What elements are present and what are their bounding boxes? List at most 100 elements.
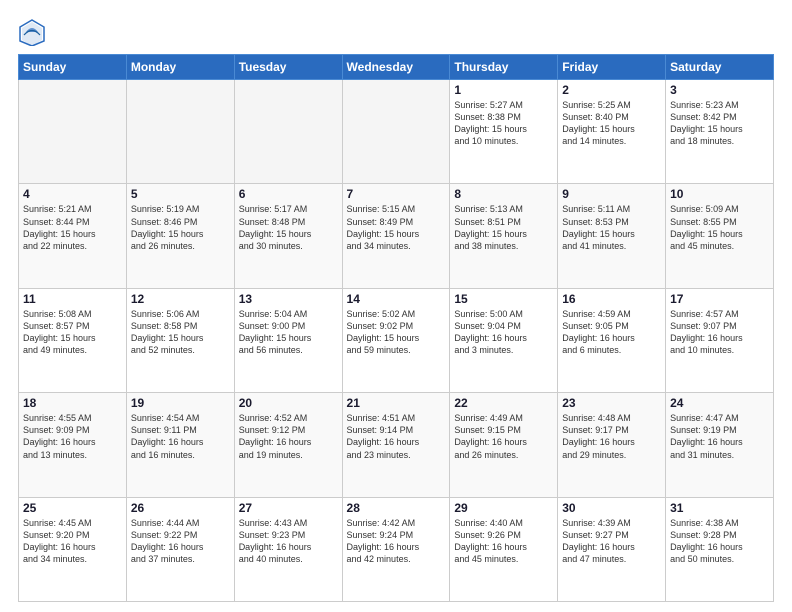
calendar-cell: 1 Sunrise: 5:27 AM Sunset: 8:38 PM Daylig… [450, 80, 558, 184]
day-number: 10 [670, 187, 769, 201]
week-row-5: 25 Sunrise: 4:45 AM Sunset: 9:20 PM Dayli… [19, 497, 774, 601]
weekday-header-monday: Monday [126, 55, 234, 80]
day-info: Sunrise: 5:23 AM Sunset: 8:42 PM Dayligh… [670, 99, 769, 148]
weekday-row: SundayMondayTuesdayWednesdayThursdayFrid… [19, 55, 774, 80]
logo [18, 18, 50, 46]
calendar-cell: 15 Sunrise: 5:00 AM Sunset: 9:04 PM Dayli… [450, 288, 558, 392]
day-number: 27 [239, 501, 338, 515]
calendar-table: SundayMondayTuesdayWednesdayThursdayFrid… [18, 54, 774, 602]
day-info: Sunrise: 4:43 AM Sunset: 9:23 PM Dayligh… [239, 517, 338, 566]
calendar-cell: 5Sunrise: 5:19 AM Sunset: 8:46 PM Daylig… [126, 184, 234, 288]
calendar-cell: 26 Sunrise: 4:44 AM Sunset: 9:22 PM Dayli… [126, 497, 234, 601]
day-number: 17 [670, 292, 769, 306]
day-info: Sunrise: 4:52 AM Sunset: 9:12 PM Dayligh… [239, 412, 338, 461]
day-number: 18 [23, 396, 122, 410]
day-info: Sunrise: 5:09 AM Sunset: 8:55 PM Dayligh… [670, 203, 769, 252]
day-info: Sunrise: 4:55 AM Sunset: 9:09 PM Dayligh… [23, 412, 122, 461]
calendar-cell: 24 Sunrise: 4:47 AM Sunset: 9:19 PM Dayli… [666, 393, 774, 497]
calendar-cell: 17 Sunrise: 4:57 AM Sunset: 9:07 PM Dayli… [666, 288, 774, 392]
day-info: Sunrise: 5:19 AM Sunset: 8:46 PM Dayligh… [131, 203, 230, 252]
calendar-cell: 9Sunrise: 5:11 AM Sunset: 8:53 PM Daylig… [558, 184, 666, 288]
weekday-header-sunday: Sunday [19, 55, 127, 80]
day-number: 9 [562, 187, 661, 201]
day-info: Sunrise: 5:15 AM Sunset: 8:49 PM Dayligh… [347, 203, 446, 252]
calendar-cell: 19 Sunrise: 4:54 AM Sunset: 9:11 PM Dayli… [126, 393, 234, 497]
day-number: 30 [562, 501, 661, 515]
week-row-2: 4 Sunrise: 5:21 AM Sunset: 8:44 PM Daylig… [19, 184, 774, 288]
day-number: 24 [670, 396, 769, 410]
day-info: Sunrise: 4:44 AM Sunset: 9:22 PM Dayligh… [131, 517, 230, 566]
calendar-cell [19, 80, 127, 184]
day-number: 12 [131, 292, 230, 306]
day-number: 7 [347, 187, 446, 201]
day-info: Sunrise: 5:02 AM Sunset: 9:02 PM Dayligh… [347, 308, 446, 357]
calendar-body: 1 Sunrise: 5:27 AM Sunset: 8:38 PM Daylig… [19, 80, 774, 602]
day-info: Sunrise: 5:25 AM Sunset: 8:40 PM Dayligh… [562, 99, 661, 148]
day-number: 26 [131, 501, 230, 515]
day-number: 21 [347, 396, 446, 410]
calendar-cell: 31Sunrise: 4:38 AM Sunset: 9:28 PM Dayli… [666, 497, 774, 601]
calendar-cell: 7 Sunrise: 5:15 AM Sunset: 8:49 PM Daylig… [342, 184, 450, 288]
day-info: Sunrise: 4:39 AM Sunset: 9:27 PM Dayligh… [562, 517, 661, 566]
day-number: 2 [562, 83, 661, 97]
day-info: Sunrise: 4:47 AM Sunset: 9:19 PM Dayligh… [670, 412, 769, 461]
day-number: 14 [347, 292, 446, 306]
day-number: 16 [562, 292, 661, 306]
calendar-cell: 10 Sunrise: 5:09 AM Sunset: 8:55 PM Dayli… [666, 184, 774, 288]
day-info: Sunrise: 4:59 AM Sunset: 9:05 PM Dayligh… [562, 308, 661, 357]
day-info: Sunrise: 4:54 AM Sunset: 9:11 PM Dayligh… [131, 412, 230, 461]
day-number: 1 [454, 83, 553, 97]
calendar-cell: 20 Sunrise: 4:52 AM Sunset: 9:12 PM Dayli… [234, 393, 342, 497]
day-info: Sunrise: 5:08 AM Sunset: 8:57 PM Dayligh… [23, 308, 122, 357]
week-row-4: 18 Sunrise: 4:55 AM Sunset: 9:09 PM Dayli… [19, 393, 774, 497]
weekday-header-friday: Friday [558, 55, 666, 80]
day-number: 13 [239, 292, 338, 306]
day-number: 28 [347, 501, 446, 515]
day-number: 29 [454, 501, 553, 515]
day-info: Sunrise: 5:27 AM Sunset: 8:38 PM Dayligh… [454, 99, 553, 148]
weekday-header-saturday: Saturday [666, 55, 774, 80]
day-number: 4 [23, 187, 122, 201]
day-number: 19 [131, 396, 230, 410]
day-info: Sunrise: 5:13 AM Sunset: 8:51 PM Dayligh… [454, 203, 553, 252]
day-number: 8 [454, 187, 553, 201]
day-number: 22 [454, 396, 553, 410]
day-info: Sunrise: 4:57 AM Sunset: 9:07 PM Dayligh… [670, 308, 769, 357]
calendar-cell: 23Sunrise: 4:48 AM Sunset: 9:17 PM Dayli… [558, 393, 666, 497]
calendar-cell: 16 Sunrise: 4:59 AM Sunset: 9:05 PM Dayli… [558, 288, 666, 392]
weekday-header-wednesday: Wednesday [342, 55, 450, 80]
header [18, 18, 774, 46]
week-row-3: 11 Sunrise: 5:08 AM Sunset: 8:57 PM Dayli… [19, 288, 774, 392]
day-info: Sunrise: 5:17 AM Sunset: 8:48 PM Dayligh… [239, 203, 338, 252]
day-info: Sunrise: 5:21 AM Sunset: 8:44 PM Dayligh… [23, 203, 122, 252]
day-number: 25 [23, 501, 122, 515]
calendar-cell: 14 Sunrise: 5:02 AM Sunset: 9:02 PM Dayli… [342, 288, 450, 392]
weekday-header-tuesday: Tuesday [234, 55, 342, 80]
day-number: 20 [239, 396, 338, 410]
calendar-cell: 27 Sunrise: 4:43 AM Sunset: 9:23 PM Dayli… [234, 497, 342, 601]
weekday-header-thursday: Thursday [450, 55, 558, 80]
logo-icon [18, 18, 46, 46]
day-info: Sunrise: 5:00 AM Sunset: 9:04 PM Dayligh… [454, 308, 553, 357]
calendar-cell [126, 80, 234, 184]
day-info: Sunrise: 4:42 AM Sunset: 9:24 PM Dayligh… [347, 517, 446, 566]
day-number: 15 [454, 292, 553, 306]
calendar-cell: 21 Sunrise: 4:51 AM Sunset: 9:14 PM Dayli… [342, 393, 450, 497]
day-info: Sunrise: 4:40 AM Sunset: 9:26 PM Dayligh… [454, 517, 553, 566]
calendar-cell: 30 Sunrise: 4:39 AM Sunset: 9:27 PM Dayli… [558, 497, 666, 601]
week-row-1: 1 Sunrise: 5:27 AM Sunset: 8:38 PM Daylig… [19, 80, 774, 184]
calendar-cell: 3Sunrise: 5:23 AM Sunset: 8:42 PM Daylig… [666, 80, 774, 184]
day-info: Sunrise: 4:49 AM Sunset: 9:15 PM Dayligh… [454, 412, 553, 461]
calendar-cell: 18 Sunrise: 4:55 AM Sunset: 9:09 PM Dayli… [19, 393, 127, 497]
day-number: 11 [23, 292, 122, 306]
calendar-cell: 6Sunrise: 5:17 AM Sunset: 8:48 PM Daylig… [234, 184, 342, 288]
calendar-cell: 4 Sunrise: 5:21 AM Sunset: 8:44 PM Daylig… [19, 184, 127, 288]
day-info: Sunrise: 4:48 AM Sunset: 9:17 PM Dayligh… [562, 412, 661, 461]
calendar-cell: 22 Sunrise: 4:49 AM Sunset: 9:15 PM Dayli… [450, 393, 558, 497]
calendar-cell: 28 Sunrise: 4:42 AM Sunset: 9:24 PM Dayli… [342, 497, 450, 601]
calendar-cell [234, 80, 342, 184]
calendar-page: SundayMondayTuesdayWednesdayThursdayFrid… [0, 0, 792, 612]
day-info: Sunrise: 5:04 AM Sunset: 9:00 PM Dayligh… [239, 308, 338, 357]
day-info: Sunrise: 4:51 AM Sunset: 9:14 PM Dayligh… [347, 412, 446, 461]
day-info: Sunrise: 4:45 AM Sunset: 9:20 PM Dayligh… [23, 517, 122, 566]
